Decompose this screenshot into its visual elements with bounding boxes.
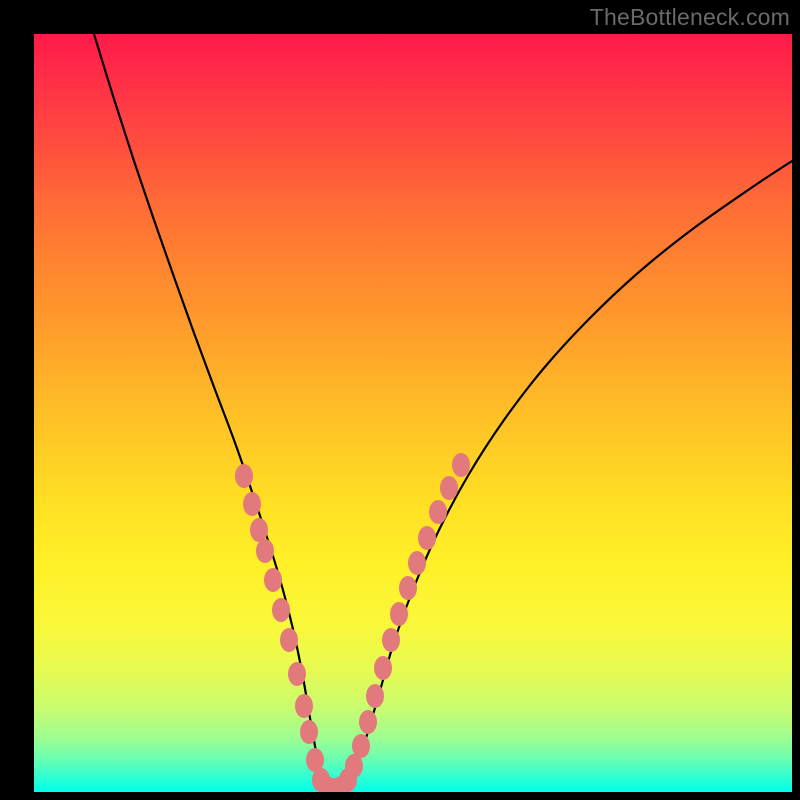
marker-dot (382, 628, 400, 652)
marker-dot (359, 710, 377, 734)
highlight-markers (235, 453, 470, 792)
marker-dot (250, 518, 268, 542)
marker-dot (256, 539, 274, 563)
chart-svg (34, 34, 792, 792)
marker-dot (235, 464, 253, 488)
marker-dot (280, 628, 298, 652)
marker-dot (374, 656, 392, 680)
marker-dot (390, 602, 408, 626)
bottleneck-curve (94, 34, 792, 790)
marker-dot (295, 694, 313, 718)
marker-dot (429, 500, 447, 524)
marker-dot (452, 453, 470, 477)
marker-dot (408, 551, 426, 575)
marker-dot (440, 476, 458, 500)
marker-dot (288, 662, 306, 686)
marker-dot (418, 526, 436, 550)
marker-dot (300, 720, 318, 744)
marker-dot (366, 684, 384, 708)
marker-dot (243, 492, 261, 516)
marker-dot (352, 734, 370, 758)
marker-dot (399, 576, 417, 600)
curve-layer (94, 34, 792, 790)
marker-dot (264, 568, 282, 592)
watermark-text: TheBottleneck.com (590, 4, 790, 31)
marker-dot (272, 598, 290, 622)
chart-frame: TheBottleneck.com (0, 0, 800, 800)
plot-area (34, 34, 792, 792)
